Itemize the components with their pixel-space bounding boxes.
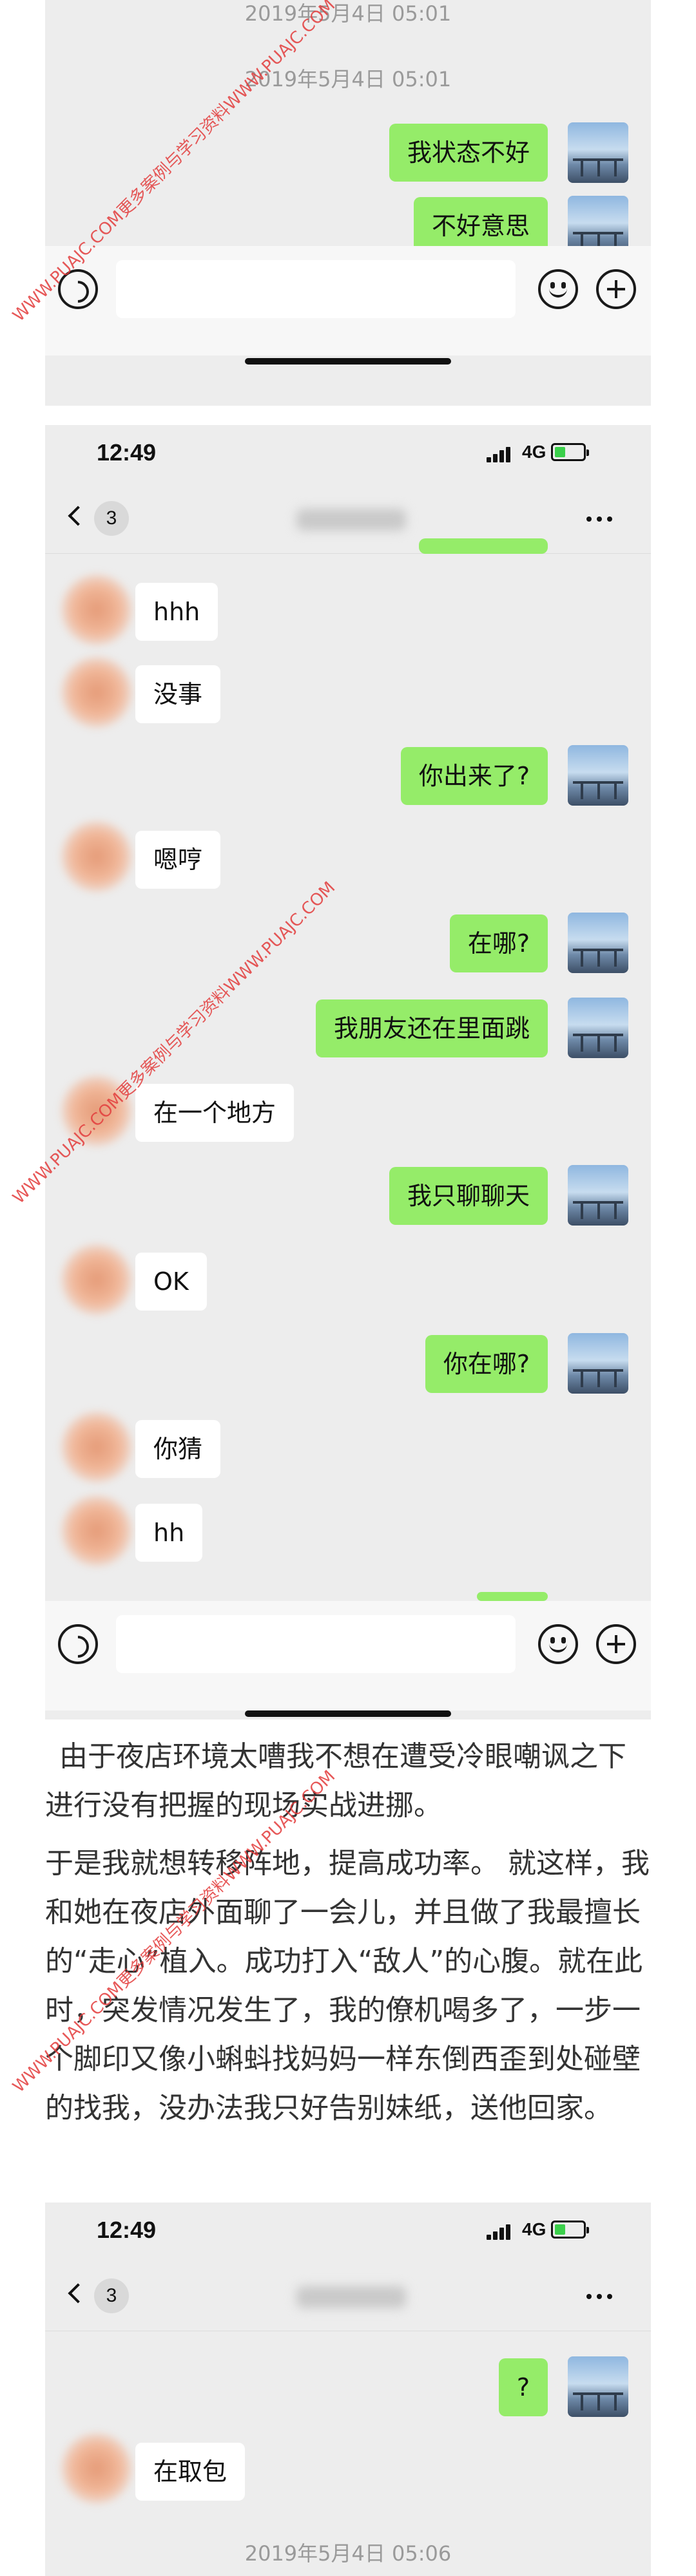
message-bubble-sent[interactable]: 我朋友还在里面跳 [315, 999, 548, 1057]
article-paragraph-1: 由于夜店环境太嘈我不想在遭受冷眼嘲讽之下进行没有把握的现场实战进挪。 [45, 1740, 626, 1822]
my-avatar[interactable] [568, 1333, 628, 1394]
message-bubble-sent [419, 538, 548, 554]
chat-screen-3: 12:49 4G 3 ? 在取包 2019年5月4日 05:06 [45, 2202, 651, 2576]
contact-avatar[interactable] [61, 821, 132, 892]
contact-avatar[interactable] [61, 657, 132, 728]
status-time: 12:49 [97, 439, 157, 466]
chat-input-bar [45, 1601, 651, 1710]
chat-timestamp: 2019年5月4日 05:01 [244, 1, 452, 26]
unread-count-badge[interactable]: 3 [94, 501, 129, 536]
message-bubble-received[interactable]: hhh [135, 583, 218, 641]
article-paragraph-2: 于是我就想转移阵地，提高成功率。 就这样，我和她在夜店外面聊了一会儿，并且做了我… [45, 1847, 650, 2125]
contact-avatar[interactable] [61, 1412, 132, 1482]
back-icon[interactable] [68, 2283, 88, 2304]
more-icon[interactable] [586, 2294, 612, 2299]
chat-timestamp: 2019年5月4日 05:01 [244, 67, 452, 91]
message-bubble-received[interactable]: hh [135, 1504, 203, 1562]
message-bubble-received[interactable]: 在一个地方 [135, 1084, 295, 1142]
message-bubble-sent[interactable]: 在哪? [449, 914, 548, 972]
status-bar: 12:49 4G [45, 2202, 651, 2260]
message-bubble-sent[interactable]: 你在哪? [425, 1335, 548, 1393]
article-text: 由于夜店环境太嘈我不想在遭受冷眼嘲讽之下进行没有把握的现场实战进挪。 于是我就想… [45, 1732, 651, 2133]
battery-icon [551, 443, 589, 461]
plus-icon[interactable] [596, 269, 636, 309]
signal-icon [487, 2223, 515, 2240]
network-label: 4G [522, 2219, 546, 2239]
message-bubble-sent[interactable]: 我只聊聊天 [389, 1167, 548, 1225]
message-bubble-received[interactable]: 没事 [135, 665, 221, 723]
contact-avatar[interactable] [61, 2433, 132, 2504]
status-time: 12:49 [97, 2217, 157, 2243]
my-avatar[interactable] [568, 913, 628, 973]
chat-timestamp: 2019年5月4日 05:06 [244, 2541, 452, 2566]
contact-avatar[interactable] [61, 574, 132, 645]
network-label: 4G [522, 442, 546, 462]
chat-title-blurred [296, 509, 406, 531]
my-avatar[interactable] [568, 2356, 628, 2417]
voice-icon[interactable] [58, 1624, 98, 1664]
status-bar: 12:49 4G [45, 425, 651, 483]
message-bubble-sent[interactable]: ? [498, 2358, 548, 2416]
contact-avatar[interactable] [61, 1495, 132, 1566]
my-avatar[interactable] [568, 998, 628, 1058]
message-bubble-sent[interactable]: 我状态不好 [389, 124, 548, 182]
home-indicator[interactable] [245, 358, 451, 365]
message-bubble-received[interactable]: OK [135, 1253, 207, 1311]
more-icon[interactable] [586, 516, 612, 522]
message-input[interactable] [116, 1615, 516, 1673]
message-bubble-received[interactable]: 你猜 [135, 1420, 221, 1478]
contact-avatar[interactable] [61, 1244, 132, 1315]
my-avatar[interactable] [568, 1165, 628, 1226]
my-avatar[interactable] [568, 122, 628, 183]
message-bubble-sent [477, 1592, 548, 1601]
battery-icon [551, 2221, 589, 2239]
chat-nav-bar: 3 [45, 483, 651, 554]
chat-title-blurred [296, 2286, 406, 2308]
message-bubble-sent[interactable]: 你出来了? [400, 747, 548, 805]
emoji-icon[interactable] [538, 1624, 578, 1664]
chat-nav-bar: 3 [45, 2260, 651, 2331]
home-indicator[interactable] [245, 1710, 451, 1717]
back-icon[interactable] [68, 506, 88, 526]
my-avatar[interactable] [568, 745, 628, 806]
signal-icon [487, 446, 515, 462]
message-input[interactable] [116, 260, 516, 318]
plus-icon[interactable] [596, 1624, 636, 1664]
message-bubble-received[interactable]: 嗯哼 [135, 831, 221, 889]
emoji-icon[interactable] [538, 269, 578, 309]
unread-count-badge[interactable]: 3 [94, 2278, 129, 2313]
chat-input-bar [45, 246, 651, 355]
message-bubble-received[interactable]: 在取包 [135, 2443, 246, 2501]
